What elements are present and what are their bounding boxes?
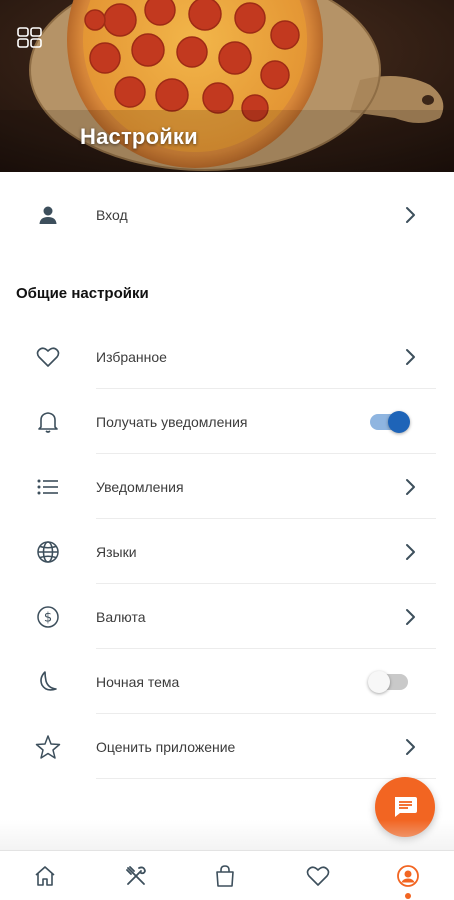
toggle-knob (368, 671, 390, 693)
tab-menu[interactable] (123, 863, 149, 889)
tab-home[interactable] (32, 863, 58, 889)
settings-row-label: Ночная тема (96, 674, 180, 690)
divider (96, 388, 436, 389)
chevron-right-icon (406, 609, 415, 625)
globe-icon (34, 538, 62, 566)
settings-row-label: Оценить приложение (96, 739, 236, 755)
toggle-knob (388, 411, 410, 433)
bell-icon (34, 408, 62, 436)
login-label: Вход (96, 207, 128, 223)
settings-row-label: Уведомления (96, 479, 184, 495)
header-banner: Настройки (0, 0, 454, 172)
list-icon (34, 473, 62, 501)
heart-icon (306, 866, 330, 886)
cutlery-icon (126, 866, 146, 885)
divider (96, 713, 436, 714)
settings-row-favorites[interactable]: Избранное (0, 325, 454, 389)
settings-row-label: Языки (96, 544, 137, 560)
active-tab-indicator (405, 893, 411, 899)
dollar-coin-icon: $ (34, 603, 62, 631)
settings-row-currency[interactable]: $ Валюта (0, 585, 454, 649)
tab-profile[interactable] (395, 863, 421, 889)
profile-icon (397, 865, 419, 887)
chat-icon (395, 797, 417, 817)
night-theme-toggle[interactable] (368, 671, 408, 693)
section-title: Общие настройки (16, 285, 149, 302)
settings-row-label: Получать уведомления (96, 414, 248, 430)
pizza-banner-image (0, 0, 454, 172)
moon-icon (34, 668, 62, 696)
grid-menu-button[interactable] (16, 26, 44, 50)
notifications-toggle[interactable] (370, 411, 410, 433)
person-icon (34, 201, 62, 229)
settings-row-receive-notifications: Получать уведомления (0, 390, 454, 454)
settings-row-label: Валюта (96, 609, 146, 625)
settings-row-label: Избранное (96, 349, 167, 365)
divider (96, 778, 436, 779)
chevron-right-icon (406, 739, 415, 755)
home-icon (35, 866, 55, 886)
divider (96, 518, 436, 519)
login-row[interactable]: Вход (0, 183, 454, 247)
grid-icon (17, 27, 42, 48)
tab-favorites[interactable] (305, 863, 331, 889)
svg-text:$: $ (44, 611, 52, 626)
divider (96, 648, 436, 649)
chevron-right-icon (406, 544, 415, 560)
bottom-fade (0, 820, 454, 850)
heart-icon (34, 343, 62, 371)
settings-row-notifications[interactable]: Уведомления (0, 455, 454, 519)
settings-row-rate-app[interactable]: Оценить приложение (0, 715, 454, 779)
chevron-right-icon (406, 207, 415, 223)
settings-row-night-theme: Ночная тема (0, 650, 454, 714)
settings-row-languages[interactable]: Языки (0, 520, 454, 584)
tab-cart[interactable] (212, 863, 238, 889)
page-title: Настройки (80, 124, 198, 149)
bottom-tab-bar (0, 850, 454, 900)
chevron-right-icon (406, 349, 415, 365)
divider (96, 583, 436, 584)
divider (96, 453, 436, 454)
chevron-right-icon (406, 479, 415, 495)
shopping-bag-icon (216, 865, 234, 887)
star-icon (34, 733, 62, 761)
